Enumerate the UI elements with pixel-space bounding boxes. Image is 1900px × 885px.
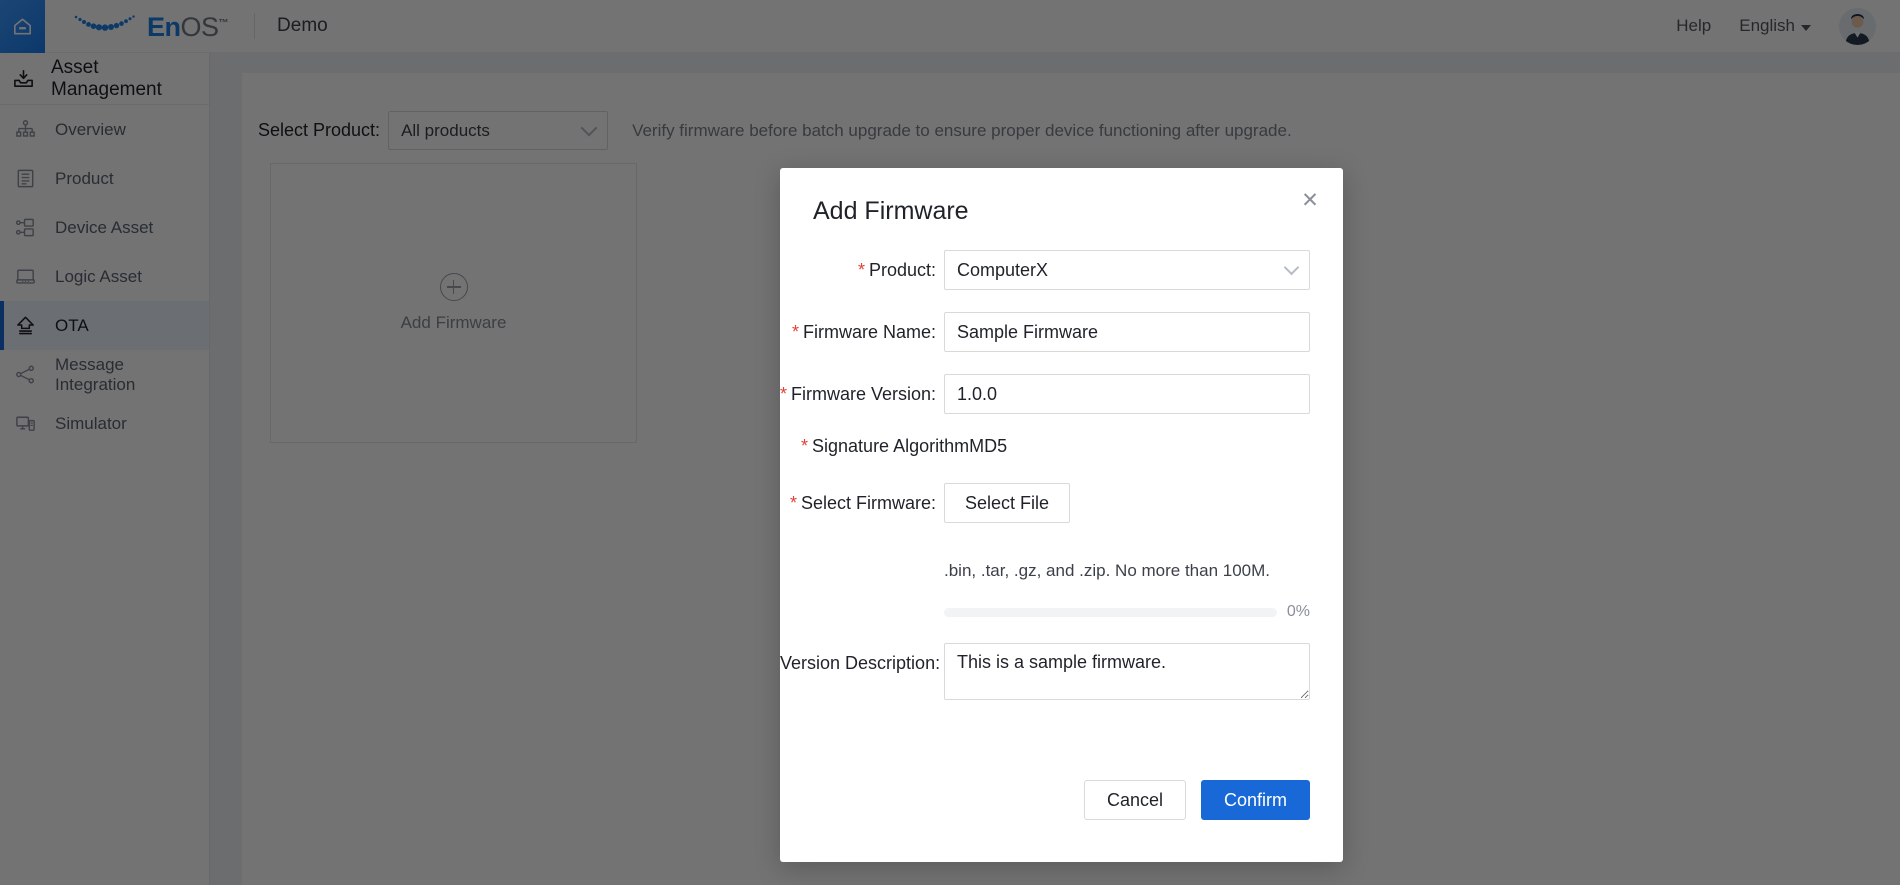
firmware-version-label-text: Firmware Version:	[791, 384, 937, 404]
form-row-version-description: Version Description: This is a sample fi…	[780, 643, 1343, 705]
signature-algorithm-label: Signature Algorithm	[812, 436, 970, 456]
firmware-version-input[interactable]	[944, 374, 1310, 414]
form-row-select-firmware: * Select Firmware: Select File .bin, .tar…	[780, 483, 1343, 621]
form-row-product: * Product: ComputerX	[780, 250, 1343, 290]
cancel-button[interactable]: Cancel	[1083, 780, 1186, 820]
chevron-down-icon	[1283, 259, 1300, 276]
product-select-value: ComputerX	[957, 259, 1049, 280]
modal-footer: Cancel Confirm	[1083, 780, 1310, 820]
required-asterisk: *	[791, 322, 799, 342]
required-asterisk: *	[857, 260, 865, 280]
signature-algorithm-value: MD5	[969, 436, 1008, 456]
modal-title: Add Firmware	[813, 197, 969, 225]
product-label-text: Product:	[868, 260, 936, 280]
form-row-signature-algorithm: * Signature Algorithm MD5	[780, 436, 1343, 457]
version-description-field-label: Version Description:	[780, 653, 941, 673]
select-file-button[interactable]: Select File	[944, 483, 1071, 523]
required-asterisk: *	[780, 384, 788, 404]
form-row-firmware-version: * Firmware Version:	[780, 374, 1343, 414]
firmware-name-label-text: Firmware Name:	[802, 322, 936, 342]
required-asterisk: *	[789, 493, 797, 513]
select-firmware-field-control: Select File .bin, .tar, .gz, and .zip. N…	[944, 483, 1343, 621]
confirm-button[interactable]: Confirm	[1200, 780, 1310, 820]
product-select[interactable]: ComputerX	[944, 250, 1310, 290]
version-description-field-control: This is a sample firmware.	[944, 643, 1343, 705]
product-field-control: ComputerX	[944, 250, 1343, 290]
progress-percent-label: 0%	[1286, 603, 1310, 620]
firmware-name-field-control	[944, 312, 1343, 352]
progress-track	[944, 607, 1277, 617]
firmware-version-field-control	[944, 374, 1343, 414]
upload-progress: 0%	[944, 603, 1310, 621]
upload-format-hint: .bin, .tar, .gz, and .zip. No more than …	[944, 561, 1271, 580]
add-firmware-modal: Add Firmware ✕ * Product: ComputerX * Firm…	[780, 168, 1343, 862]
close-icon[interactable]: ✕	[1297, 187, 1323, 213]
add-firmware-form: * Product: ComputerX * Firmware Name: Sa…	[780, 250, 1343, 727]
select-firmware-field-label: * Select Firmware:	[780, 483, 944, 523]
version-description-textarea[interactable]: This is a sample firmware.	[944, 643, 1310, 700]
firmware-name-field-label: * Firmware Name:	[780, 312, 944, 352]
firmware-version-field-label: * Firmware Version:	[780, 374, 944, 414]
firmware-name-input[interactable]	[944, 312, 1310, 352]
required-asterisk: *	[801, 436, 809, 456]
product-field-label: * Product:	[780, 250, 944, 290]
form-row-firmware-name: * Firmware Name:	[780, 312, 1343, 352]
select-firmware-label-text: Select Firmware:	[800, 493, 936, 513]
app-root: EnOS™ Demo Help English	[0, 0, 1900, 885]
